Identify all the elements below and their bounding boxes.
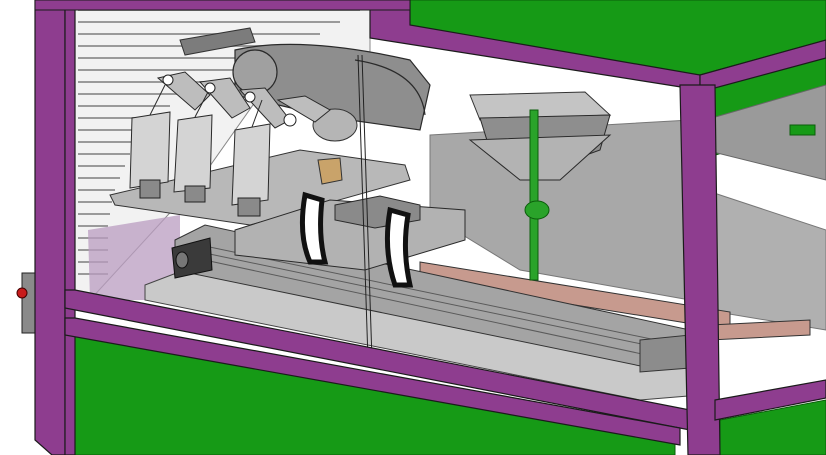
- rail-end-block: [639, 334, 691, 373]
- cylinder-2: [173, 114, 213, 193]
- roller-end-cap: [232, 49, 278, 95]
- emergency-stop-button: [16, 287, 28, 299]
- frame-top-left: [34, 0, 411, 11]
- frame-inner-left-post: [64, 0, 76, 455]
- frame-left-post: [34, 0, 66, 455]
- cylinder-3: [231, 123, 271, 206]
- machine-cad-view: [0, 0, 826, 455]
- green-post: [529, 109, 539, 281]
- motor-shaft: [175, 251, 189, 269]
- post-knob: [524, 200, 550, 220]
- cylinder-1: [129, 111, 171, 189]
- clamp-left: [299, 191, 329, 265]
- bottom-green-foot: [789, 124, 816, 136]
- brass-bracket: [317, 157, 343, 185]
- clamp-right: [384, 206, 414, 288]
